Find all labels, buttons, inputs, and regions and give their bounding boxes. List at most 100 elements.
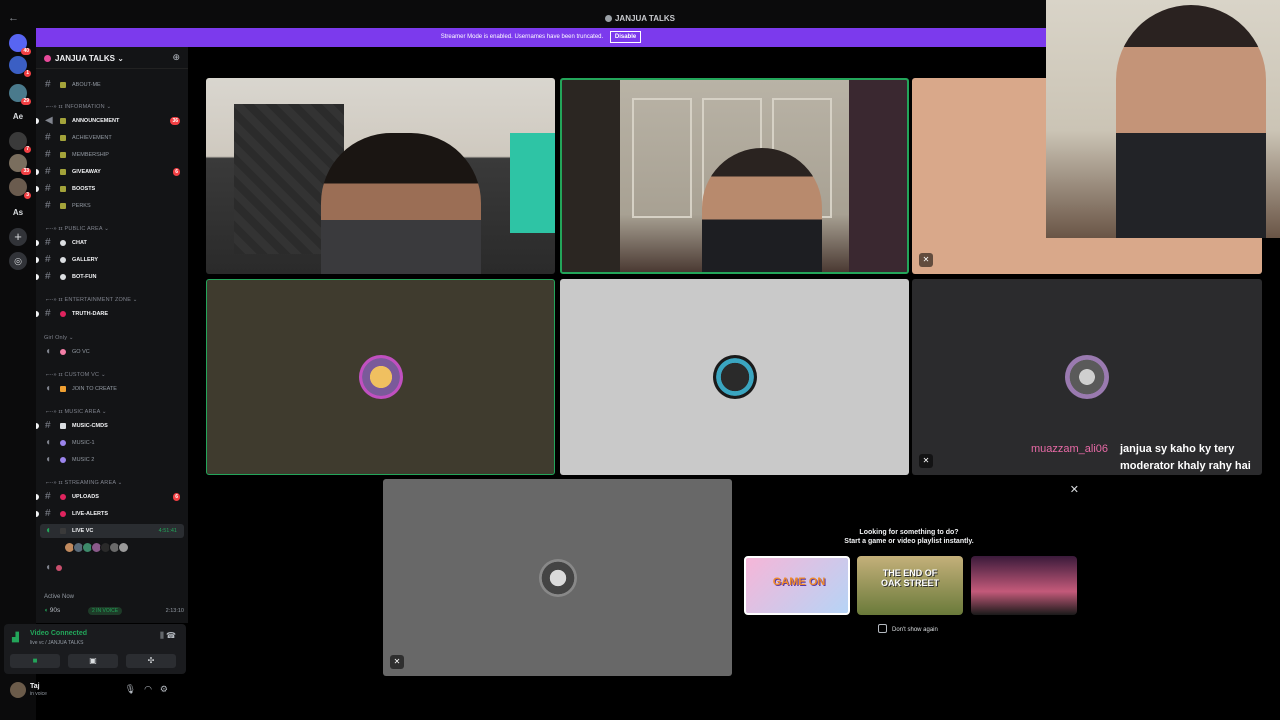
close-icon[interactable]: ✕ [1070,483,1079,496]
headphones-icon[interactable]: ◠ [144,684,160,694]
channel-truth-dare[interactable]: # TRUTH-DARE [36,307,188,321]
channel-join-to-create[interactable]: ◖ JOIN TO CREATE [36,382,188,396]
server-icon-5[interactable]: 33 [9,154,31,175]
chat-username: muazzam_ali06 [1031,443,1109,455]
discord-window: ← JANJUA TALKS 40 1 29 Ae 7 33 3 As + ◎ … [0,0,1280,720]
activity-card-game-on[interactable]: GAME ON [744,556,850,615]
category-music-area[interactable]: ⌐--» ɪɪ MUSIC AREA ⌄ [36,405,188,419]
chat-bubble-icon [60,274,66,280]
speaker-icon: ◖ [45,454,52,465]
activities-icon: ✣ [147,656,155,665]
camera-button[interactable]: ■ [10,654,60,668]
activity-card-oak-street[interactable]: THE END OF OAK STREET [857,556,963,615]
screenshare-button[interactable]: ▣ [68,654,118,668]
speaker-icon: ◖ [45,525,52,536]
channel-emoji-icon [60,494,66,500]
server-icon-ae[interactable]: Ae [9,112,27,121]
channel-gallery[interactable]: # GALLERY [36,253,188,267]
channel-uploads[interactable]: # UPLOADS 6 [36,490,188,504]
video-tile-2[interactable] [560,78,909,274]
category-information[interactable]: ⌐--» ɪɪ INFORMATION ⌄ [36,100,188,114]
guild-header[interactable]: JANJUA TALKS ⌄ ⊕ [36,47,188,69]
screenshare-icon: ▣ [89,656,97,665]
server-icon-4[interactable]: 7 [9,132,31,153]
video-tile-5[interactable] [560,279,909,475]
server-icon-1[interactable]: 1 [9,56,31,77]
activities-button[interactable]: ✣ [126,654,176,668]
video-tile-7[interactable]: ✕ [383,479,732,676]
chat-bubble-icon [60,240,66,246]
channel-emoji-icon [60,118,66,124]
channel-membership[interactable]: # MEMBERSHIP [36,148,188,162]
channel-music-cmds[interactable]: # MUSIC-CMDS [36,419,188,433]
invite-icon[interactable]: ⊕ [172,52,180,63]
category-entertainment[interactable]: ⌐--» ɪɪ ENTERTAINMENT ZONE ⌄ [36,293,188,307]
in-voice-badge: 2 IN VOICE [88,607,123,615]
category-streaming-area[interactable]: ⌐--» ɪɪ STREAMING AREA ⌄ [36,476,188,490]
channel-voice-extra[interactable]: ◖ [36,561,188,575]
hash-icon: # [45,183,51,194]
channel-live-vc[interactable]: ◖ LIVE VC 4:51:41 [40,524,184,538]
explore-icon[interactable]: ◎ [9,252,27,270]
channel-perks[interactable]: # PERKS [36,199,188,213]
channel-emoji-icon [60,135,66,141]
channel-go-vc[interactable]: ◖ GO VC [36,345,188,359]
hash-icon: # [45,200,51,211]
disconnect-icon[interactable]: ☎ [166,631,176,640]
participant-video [702,148,822,272]
channel-emoji-icon [60,152,66,158]
category-public-area[interactable]: ⌐--» ɪɪ PUBLIC AREA ⌄ [36,222,188,236]
avatar[interactable] [10,682,26,698]
voice-connection-panel: ▟ Video Connected live vc / JANJUA TALKS… [4,624,186,674]
checkbox[interactable] [878,624,887,633]
dont-show-again-checkbox[interactable]: Don't show again [878,624,938,633]
active-now-heading: Active Now [44,594,75,600]
hash-icon: # [45,149,51,160]
add-server-icon[interactable]: + [9,228,27,246]
channel-emoji-icon [60,186,66,192]
speaker-icon: ◖ [45,437,52,448]
channel-achievement[interactable]: # ACHIEVEMENT [36,131,188,145]
voice-status[interactable]: Video Connected [30,630,87,637]
settings-gear-icon[interactable]: ⚙ [160,684,176,694]
voice-location[interactable]: live vc / JANJUA TALKS [30,640,83,646]
muted-icon: ✕ [390,655,404,669]
category-custom-vc[interactable]: ⌐--» ɪɪ CUSTOM VC ⌄ [36,368,188,382]
channel-about[interactable]: # ABOUT-ME [36,78,188,92]
avatar [538,558,577,597]
avatar [712,355,757,399]
disable-streamer-button[interactable]: Disable [609,31,642,43]
user-status: in voice [30,691,47,697]
channel-live-alerts[interactable]: # LIVE-ALERTS [36,507,188,521]
signal-icon[interactable]: ▟ [12,632,22,642]
hash-icon: # [45,271,51,282]
channel-chat[interactable]: # CHAT [36,236,188,250]
username[interactable]: Taj [30,683,40,690]
server-icon-6[interactable]: 3 [9,178,31,199]
heart-icon [60,349,66,355]
noise-suppression-icon[interactable]: ⫼ [160,631,164,640]
microphone-icon[interactable]: 🎙 [125,684,144,694]
channel-emoji-icon [60,423,66,429]
active-now-item[interactable]: ◖ 90s 2 IN VOICE 2:13:10 [44,607,184,619]
home-button[interactable]: 40 [9,34,31,55]
channel-music-1[interactable]: ◖ MUSIC-1 [36,436,188,450]
channel-boosts[interactable]: # BOOSTS [36,182,188,196]
video-tile-4[interactable] [206,279,555,475]
channel-emoji-icon [60,511,66,517]
channel-giveaway[interactable]: # GIVEAWAY 6 [36,165,188,179]
streamer-video [1116,5,1266,238]
server-icon-as[interactable]: As [9,208,27,217]
channel-music-2[interactable]: ◖ MUSIC 2 [36,453,188,467]
music-note-icon [60,457,66,463]
channel-announcement[interactable]: ◀ ANNOUNCEMENT 36 [36,114,188,128]
category-girl-only[interactable]: Girl Only ⌄ [36,331,188,345]
activity-card-shop[interactable] [971,556,1077,615]
server-icon [604,15,612,22]
server-icon-2[interactable]: 29 [9,84,31,105]
video-tile-1[interactable] [206,78,555,274]
avatar[interactable] [118,542,129,553]
voice-participants[interactable] [64,540,129,554]
channel-emoji-icon [60,82,66,88]
channel-bot-fun[interactable]: # BOT-FUN [36,270,188,284]
